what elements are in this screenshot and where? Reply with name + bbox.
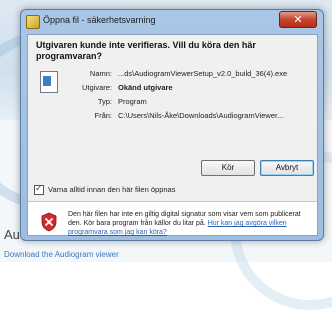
publisher-label: Utgivare: [81, 83, 112, 92]
type-value: Program [118, 97, 147, 106]
security-warning-dialog: Öppna fil - säkerhetsvarning ✕ Utgivaren… [20, 9, 324, 241]
always-warn-checkbox[interactable]: ✓ [34, 183, 44, 195]
dialog-headline: Utgivaren kunde inte verifieras. Vill du… [36, 40, 256, 61]
warning-message: Den här filen har inte en giltig digital… [68, 210, 308, 237]
window-icon [26, 15, 40, 29]
name-value: ...ds\AudiogramViewerSetup_v2.0_build_36… [118, 69, 288, 78]
always-warn-label[interactable]: Varna alltid innan den här filen öppnas [48, 185, 175, 194]
title-bar[interactable]: Öppna fil - säkerhetsvarning ✕ [21, 10, 323, 32]
type-label: Typ: [97, 97, 112, 106]
file-icon-graphic [43, 76, 51, 86]
window-title: Öppna fil - säkerhetsvarning [43, 15, 156, 25]
from-label: Från: [94, 111, 112, 120]
from-value: C:\Users\Nils-Åke\Downloads\AudiogramVie… [118, 111, 284, 120]
background-download-link[interactable]: Download the Audiogram viewer [4, 250, 119, 259]
checkmark-icon: ✓ [35, 183, 43, 193]
run-button[interactable]: Kör [201, 160, 255, 176]
security-shield-icon [41, 212, 57, 232]
application-file-icon [40, 71, 58, 93]
name-label: Namn: [89, 69, 112, 78]
close-icon: ✕ [293, 13, 303, 26]
dialog-body: Utgivaren kunde inte verifieras. Vill du… [27, 34, 318, 236]
warning-panel: Den här filen har inte en giltig digital… [28, 202, 317, 237]
close-button[interactable]: ✕ [279, 11, 317, 28]
publisher-value: Okänd utgivare [118, 83, 173, 92]
cancel-button[interactable]: Avbryt [260, 160, 314, 176]
